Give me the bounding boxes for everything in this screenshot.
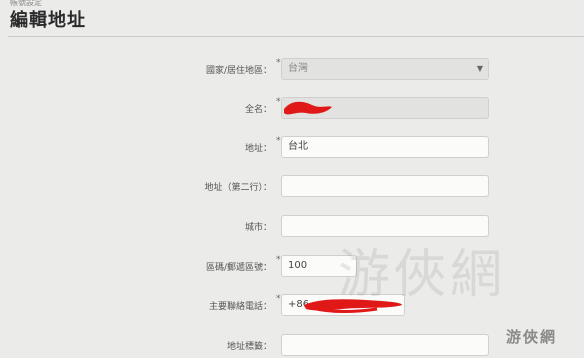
postal-label: 區碼/郵遞區號： — [205, 263, 272, 273]
name-label: 全名： — [244, 105, 272, 115]
postal-row: 區碼/郵遞區號： * 100 — [0, 255, 584, 279]
address1-input[interactable]: 台北 — [281, 136, 489, 158]
state-label: 地址標籤： — [226, 342, 272, 352]
phone-label: 主要聯絡電話： — [208, 302, 272, 312]
postal-value: 100 — [288, 260, 308, 271]
required-mark: * — [276, 255, 281, 265]
address2-row: 地址（第二行）： — [0, 175, 584, 199]
redaction-scribble — [304, 299, 402, 313]
header-divider — [8, 36, 584, 37]
page-title: 編輯地址 — [10, 10, 86, 31]
address1-row: 地址： * 台北 — [0, 136, 584, 160]
city-input[interactable] — [281, 215, 489, 237]
state-input[interactable] — [281, 334, 489, 356]
required-mark: * — [276, 97, 281, 107]
chevron-down-icon: ▼ — [476, 64, 483, 73]
country-value: 台灣 — [288, 63, 308, 74]
address2-input[interactable] — [281, 175, 489, 197]
name-row: 全名： * — [0, 97, 584, 121]
address1-label: 地址： — [244, 144, 272, 154]
address1-value: 台北 — [288, 141, 308, 152]
address2-label: 地址（第二行）： — [204, 183, 272, 193]
required-mark: * — [276, 136, 281, 146]
state-row: 地址標籤： — [0, 334, 584, 358]
city-row: 城市： — [0, 215, 584, 239]
required-mark: * — [276, 294, 281, 304]
city-label: 城市： — [244, 223, 272, 233]
phone-row: 主要聯絡電話： * +86 — [0, 294, 584, 318]
country-row: 國家/居住地區： * 台灣 ▼ — [0, 58, 584, 82]
redaction-scribble — [284, 101, 332, 115]
required-mark: * — [276, 58, 281, 68]
country-select[interactable]: 台灣 ▼ — [281, 58, 489, 80]
country-label: 國家/居住地區： — [205, 66, 272, 76]
watermark-corner: 游俠網 — [506, 328, 558, 346]
postal-input[interactable]: 100 — [281, 255, 357, 277]
